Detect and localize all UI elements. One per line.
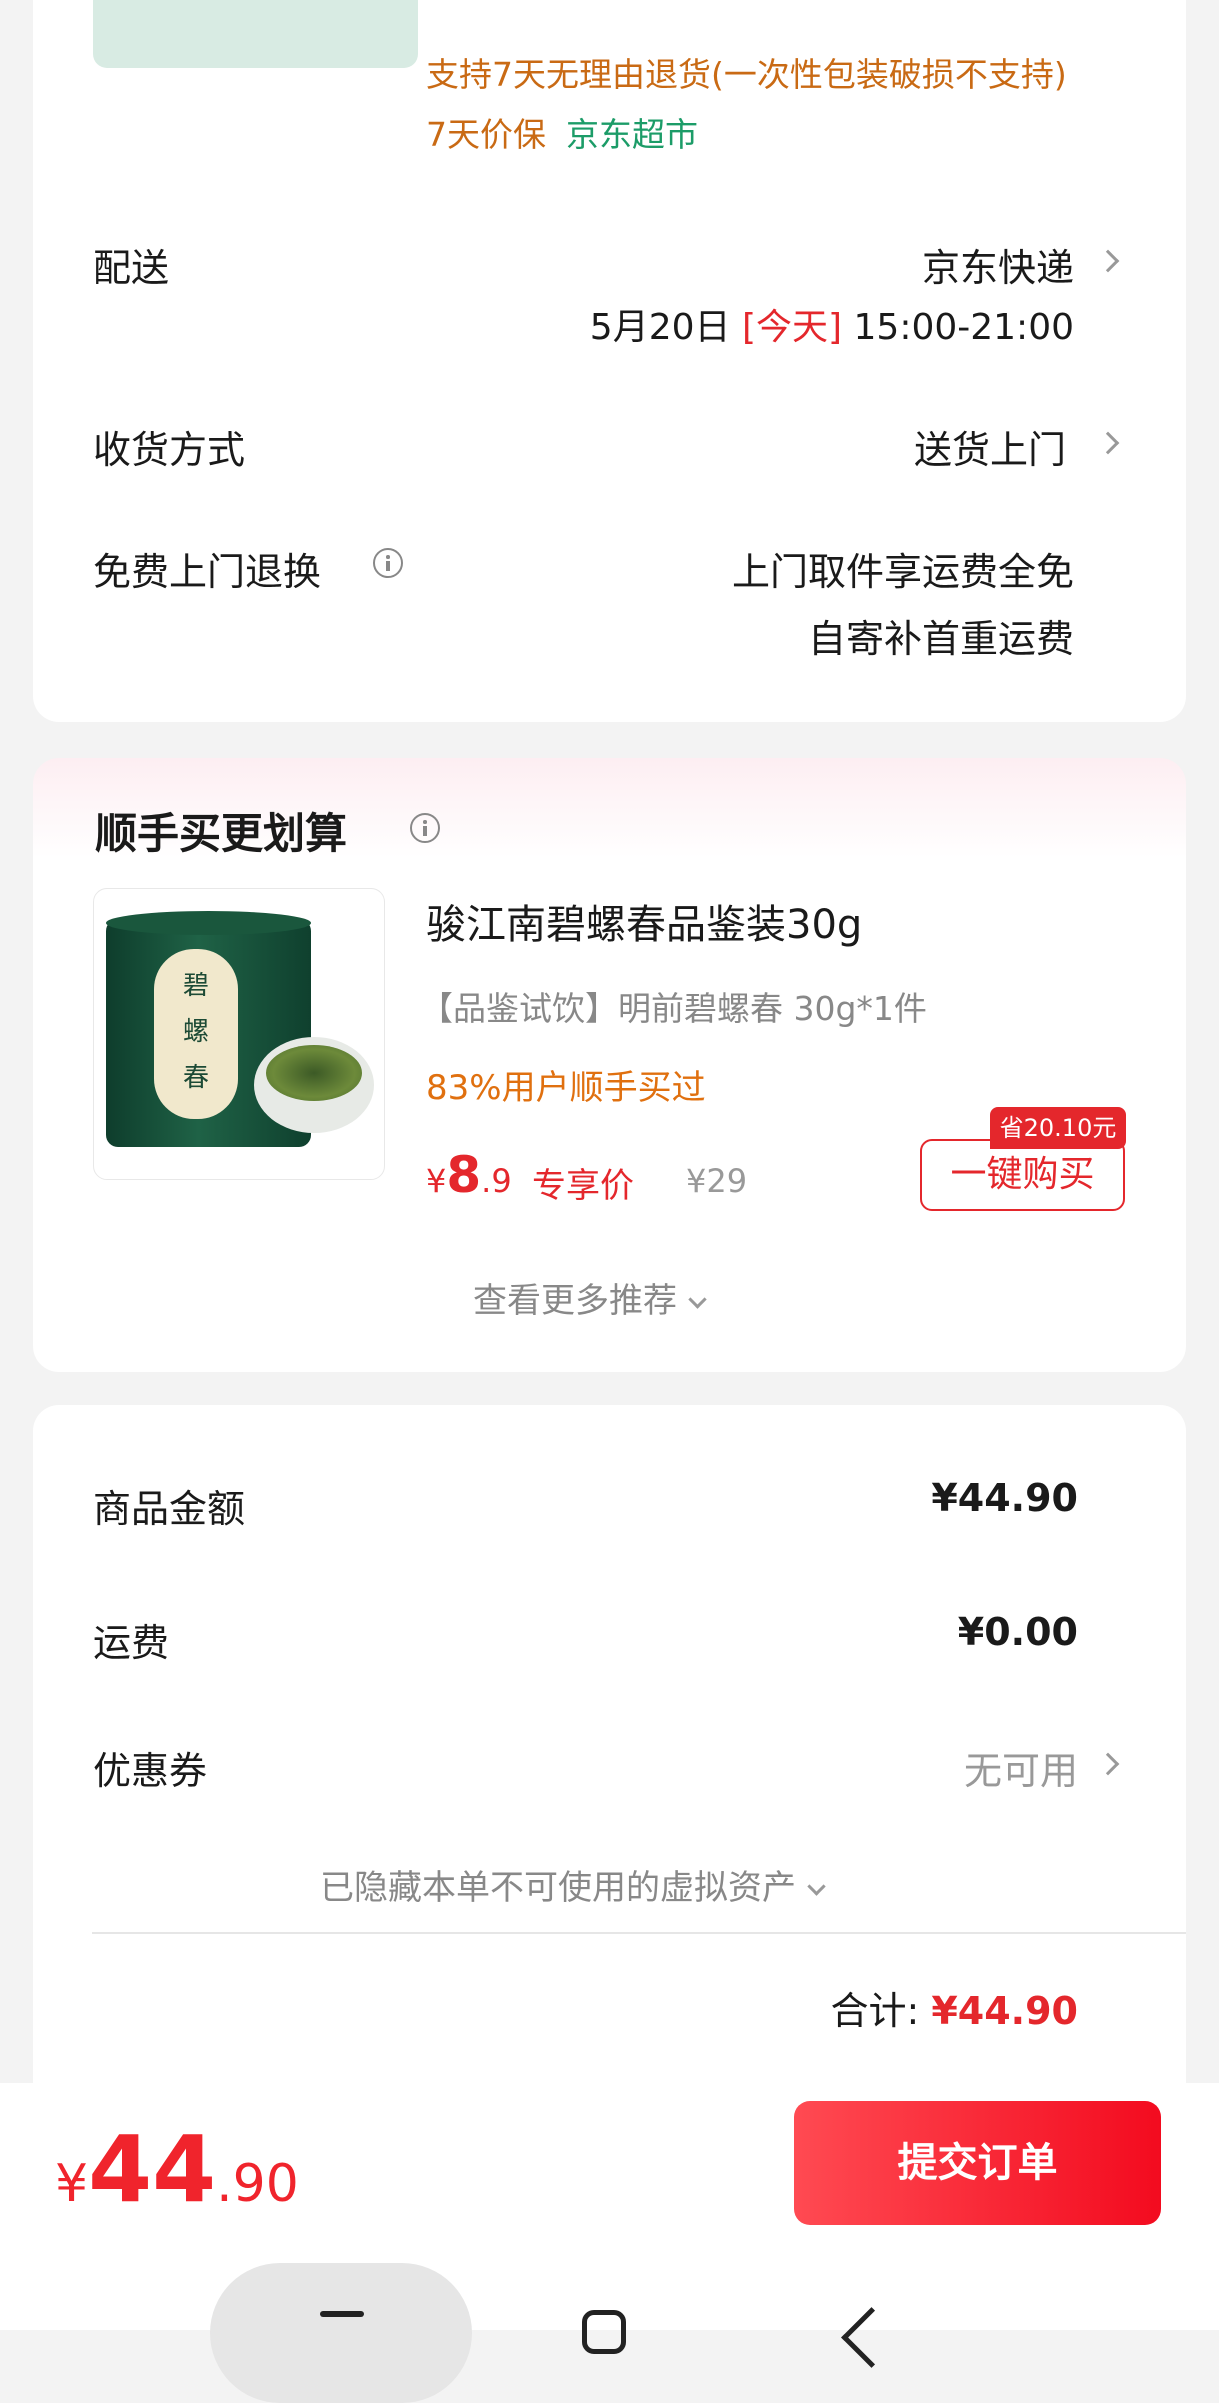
shipping-value: ¥0.00	[957, 1610, 1078, 1654]
social-proof: 83%用户顺手买过	[426, 1068, 706, 1108]
tea-bowl	[254, 1037, 374, 1133]
hidden-assets-label: 已隐藏本单不可使用的虚拟资产	[320, 1868, 796, 1908]
info-icon[interactable]	[373, 548, 403, 578]
bottom-currency: ¥	[55, 2154, 89, 2214]
delivery-time[interactable]: 5月20日 [今天] 15:00-21:00	[590, 298, 1074, 350]
total-value: ¥44.90	[931, 1989, 1078, 2033]
today-tag: [今天]	[741, 307, 843, 348]
delivery-date: 5月20日	[589, 307, 731, 348]
currency-symbol: ¥	[426, 1162, 447, 1200]
product-thumbnail[interactable]: 盲盒	[93, 0, 418, 68]
recommend-price: ¥8.9	[426, 1146, 512, 1204]
receive-method-value[interactable]: 送货上门	[914, 419, 1066, 474]
free-return-line2: 自寄补首重运费	[807, 617, 1074, 661]
save-tag: 省20.10元	[990, 1107, 1126, 1149]
one-click-buy-button[interactable]: 一键购买	[920, 1139, 1125, 1211]
price-int: 8	[446, 1146, 482, 1204]
recommend-product-desc: 【品鉴试饮】明前碧螺春 30g*1件	[420, 989, 927, 1028]
hidden-assets-toggle[interactable]: 已隐藏本单不可使用的虚拟资产	[320, 1860, 826, 1909]
goods-amount-value: ¥44.90	[931, 1476, 1078, 1520]
tea-can-lid	[106, 911, 311, 935]
bottom-price-int: 44	[88, 2116, 217, 2223]
more-recommend-label: 查看更多推荐	[473, 1281, 677, 1321]
tea-can-label: 碧螺春	[154, 949, 238, 1119]
return-policy: 支持7天无理由退货(一次性包装破损不支持)	[426, 55, 1067, 94]
store-badge: 京东超市	[566, 115, 698, 154]
coupon-label: 优惠券	[93, 1749, 208, 1793]
home-icon[interactable]	[582, 2310, 626, 2354]
nav-home-pill[interactable]	[210, 2263, 472, 2403]
price-dec: .9	[481, 1162, 512, 1200]
free-return-label: 免费上门退换	[93, 550, 322, 594]
submit-order-button[interactable]: 提交订单	[794, 2101, 1161, 2225]
free-return-line1: 上门取件享运费全免	[731, 550, 1074, 594]
recommend-title: 顺手买更划算	[95, 809, 348, 858]
goods-amount-label: 商品金额	[93, 1487, 246, 1531]
info-icon[interactable]	[410, 813, 440, 843]
menu-icon	[320, 2311, 364, 2317]
delivery-label: 配送	[93, 246, 170, 290]
price-label: 专享价	[532, 1166, 634, 1206]
recommend-product-name[interactable]: 骏江南碧螺春品鉴装30g	[426, 892, 862, 950]
total-label: 合计:	[830, 1989, 920, 2033]
original-price: ¥29	[686, 1162, 748, 1200]
chevron-down-icon	[807, 1877, 826, 1896]
delivery-carrier[interactable]: 京东快递	[922, 237, 1074, 292]
delivery-window: 15:00-21:00	[853, 307, 1074, 348]
bottom-total-price: ¥44.90	[55, 2116, 299, 2223]
recommend-product-image[interactable]: 碧螺春	[93, 888, 385, 1180]
chevron-down-icon	[688, 1290, 707, 1309]
bottom-price-dec: .90	[216, 2154, 299, 2214]
price-protect: 7天价保	[426, 115, 546, 154]
divider	[92, 1932, 1186, 1934]
tea-can-text: 碧螺春	[182, 971, 209, 1093]
coupon-value[interactable]: 无可用	[964, 1740, 1078, 1795]
more-recommend-button[interactable]: 查看更多推荐	[473, 1273, 707, 1322]
total-row: 合计: ¥44.90	[830, 1980, 1078, 2035]
shipping-label: 运费	[93, 1621, 170, 1665]
receive-method-label: 收货方式	[93, 428, 246, 472]
